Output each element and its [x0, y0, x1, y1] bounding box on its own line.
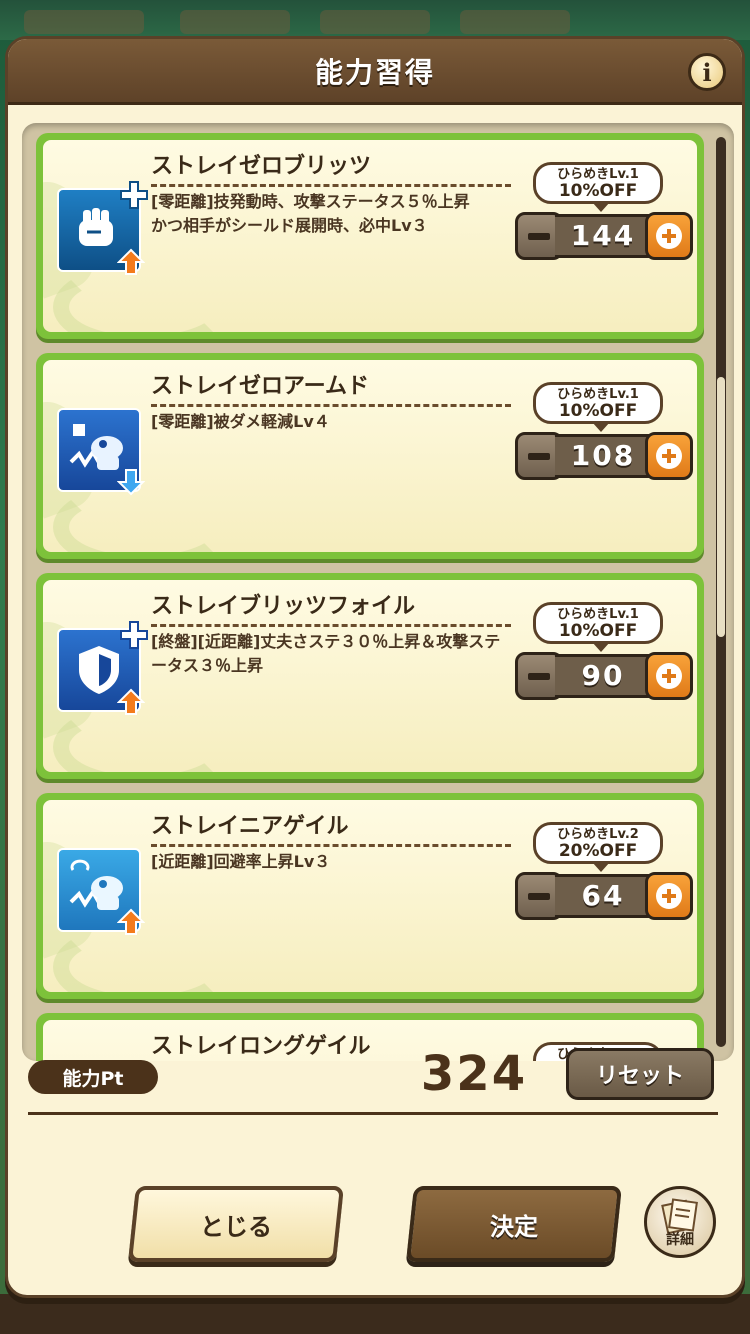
- cost-value: 64: [555, 874, 651, 918]
- cost-value: 90: [555, 654, 651, 698]
- down-arrow-icon: [117, 469, 145, 496]
- up-arrow-icon: [117, 908, 145, 935]
- up-arrow-icon: [117, 688, 145, 715]
- skill-desc: [近距離]回避率上昇Lv３: [151, 852, 331, 871]
- close-button[interactable]: とじる: [128, 1186, 344, 1262]
- skill-name: ストレイブリッツフォイル: [151, 588, 511, 627]
- dialog-header: 能力習得 i: [8, 39, 742, 105]
- monster-evade-icon: [57, 848, 145, 935]
- fist-icon: [57, 181, 148, 275]
- reset-label: リセット: [595, 1064, 684, 1089]
- skill-card-body: ストレイブリッツフォイル [終盤][近距離]丈夫さステ３０％上昇＆攻撃ステータス…: [43, 580, 697, 772]
- skill-name: ストレイニアゲイル: [151, 808, 511, 847]
- cost-value: 144: [555, 214, 651, 258]
- hirameki-bubble: ひらめきLv.2 20%OFF: [533, 822, 663, 872]
- reset-button[interactable]: リセット: [566, 1048, 714, 1100]
- discount-text: 10%OFF: [558, 181, 638, 201]
- detail-button[interactable]: 詳細: [644, 1186, 716, 1258]
- hirameki-bubble: ひらめきLv.1 10%OFF: [533, 382, 663, 432]
- skill-card-3[interactable]: ストレイブリッツフォイル [終盤][近距離]丈夫さステ３０％上昇＆攻撃ステータス…: [36, 573, 704, 779]
- hirameki-bubble: ひらめきLv.1 10%OFF: [533, 602, 663, 652]
- plus-button[interactable]: [645, 652, 693, 700]
- skill-card-2[interactable]: ストレイゼロアームド [零距離]被ダメ軽減Lv４ ひらめきLv.1 10%OFF…: [36, 353, 704, 559]
- skill-card-4[interactable]: ストレイニアゲイル [近距離]回避率上昇Lv３ ひらめきLv.2 20%OFF …: [36, 793, 704, 999]
- plus-icon: [120, 621, 148, 649]
- skill-name: ストレイゼロブリッツ: [151, 148, 511, 187]
- ability-pt-label: 能力Pt: [28, 1060, 158, 1094]
- scroll-thumb[interactable]: [717, 377, 725, 637]
- shield-icon: [57, 621, 148, 715]
- plus-button[interactable]: [645, 872, 693, 920]
- skill-list[interactable]: ストレイゼロブリッツ [零距離]技発動時、攻撃ステータス５％上昇 かつ相手がシー…: [22, 123, 734, 1061]
- monster-down-icon: [57, 408, 145, 496]
- background-bottom-strip: [0, 1294, 750, 1334]
- dialog-title: 能力習得: [314, 55, 435, 89]
- skill-desc: [終盤][近距離]丈夫さステ３０％上昇＆攻撃ステータス３％上昇: [151, 632, 501, 675]
- cost-stepper: 144: [515, 212, 693, 260]
- cost-value: 108: [555, 434, 651, 478]
- skill-name: ストレイゼロアームド: [151, 368, 511, 407]
- cost-stepper: 64: [515, 872, 693, 920]
- hirameki-bubble: ひらめきLv.1 10%OFF: [533, 162, 663, 212]
- up-arrow-icon: [117, 248, 145, 275]
- cost-stepper: 108: [515, 432, 693, 480]
- decide-button[interactable]: 決定: [406, 1186, 622, 1262]
- plus-button[interactable]: [645, 212, 693, 260]
- plus-button[interactable]: [645, 432, 693, 480]
- ability-pt-value: 324: [420, 1046, 528, 1102]
- info-icon[interactable]: i: [688, 53, 726, 91]
- skill-card-body: ストレイゼロアームド [零距離]被ダメ軽減Lv４ ひらめきLv.1 10%OFF…: [43, 360, 697, 552]
- discount-text: 20%OFF: [558, 841, 638, 861]
- divider: [28, 1112, 718, 1115]
- discount-text: 10%OFF: [558, 401, 638, 421]
- skill-desc: [零距離]被ダメ軽減Lv４: [151, 412, 330, 431]
- background-top-strip: [0, 0, 750, 40]
- plus-icon: [120, 181, 148, 209]
- ability-dialog: 能力習得 i ストレイゼロブリッツ [零距離]技発動時、攻撃ステータス５％上昇 …: [5, 36, 745, 1298]
- skill-desc: [零距離]技発動時、攻撃ステータス５％上昇 かつ相手がシールド展開時、必中Lv３: [151, 192, 470, 235]
- decide-label: 決定: [490, 1212, 538, 1241]
- skill-card-body: ストレイゼロブリッツ [零距離]技発動時、攻撃ステータス５％上昇 かつ相手がシー…: [43, 140, 697, 332]
- skill-card-1[interactable]: ストレイゼロブリッツ [零距離]技発動時、攻撃ステータス５％上昇 かつ相手がシー…: [36, 133, 704, 339]
- discount-text: 10%OFF: [558, 621, 638, 641]
- cost-stepper: 90: [515, 652, 693, 700]
- scrollbar[interactable]: [716, 137, 726, 1047]
- skill-card-body: ストレイニアゲイル [近距離]回避率上昇Lv３ ひらめきLv.2 20%OFF …: [43, 800, 697, 992]
- detail-label: 詳細: [666, 1232, 694, 1248]
- close-label: とじる: [200, 1212, 272, 1241]
